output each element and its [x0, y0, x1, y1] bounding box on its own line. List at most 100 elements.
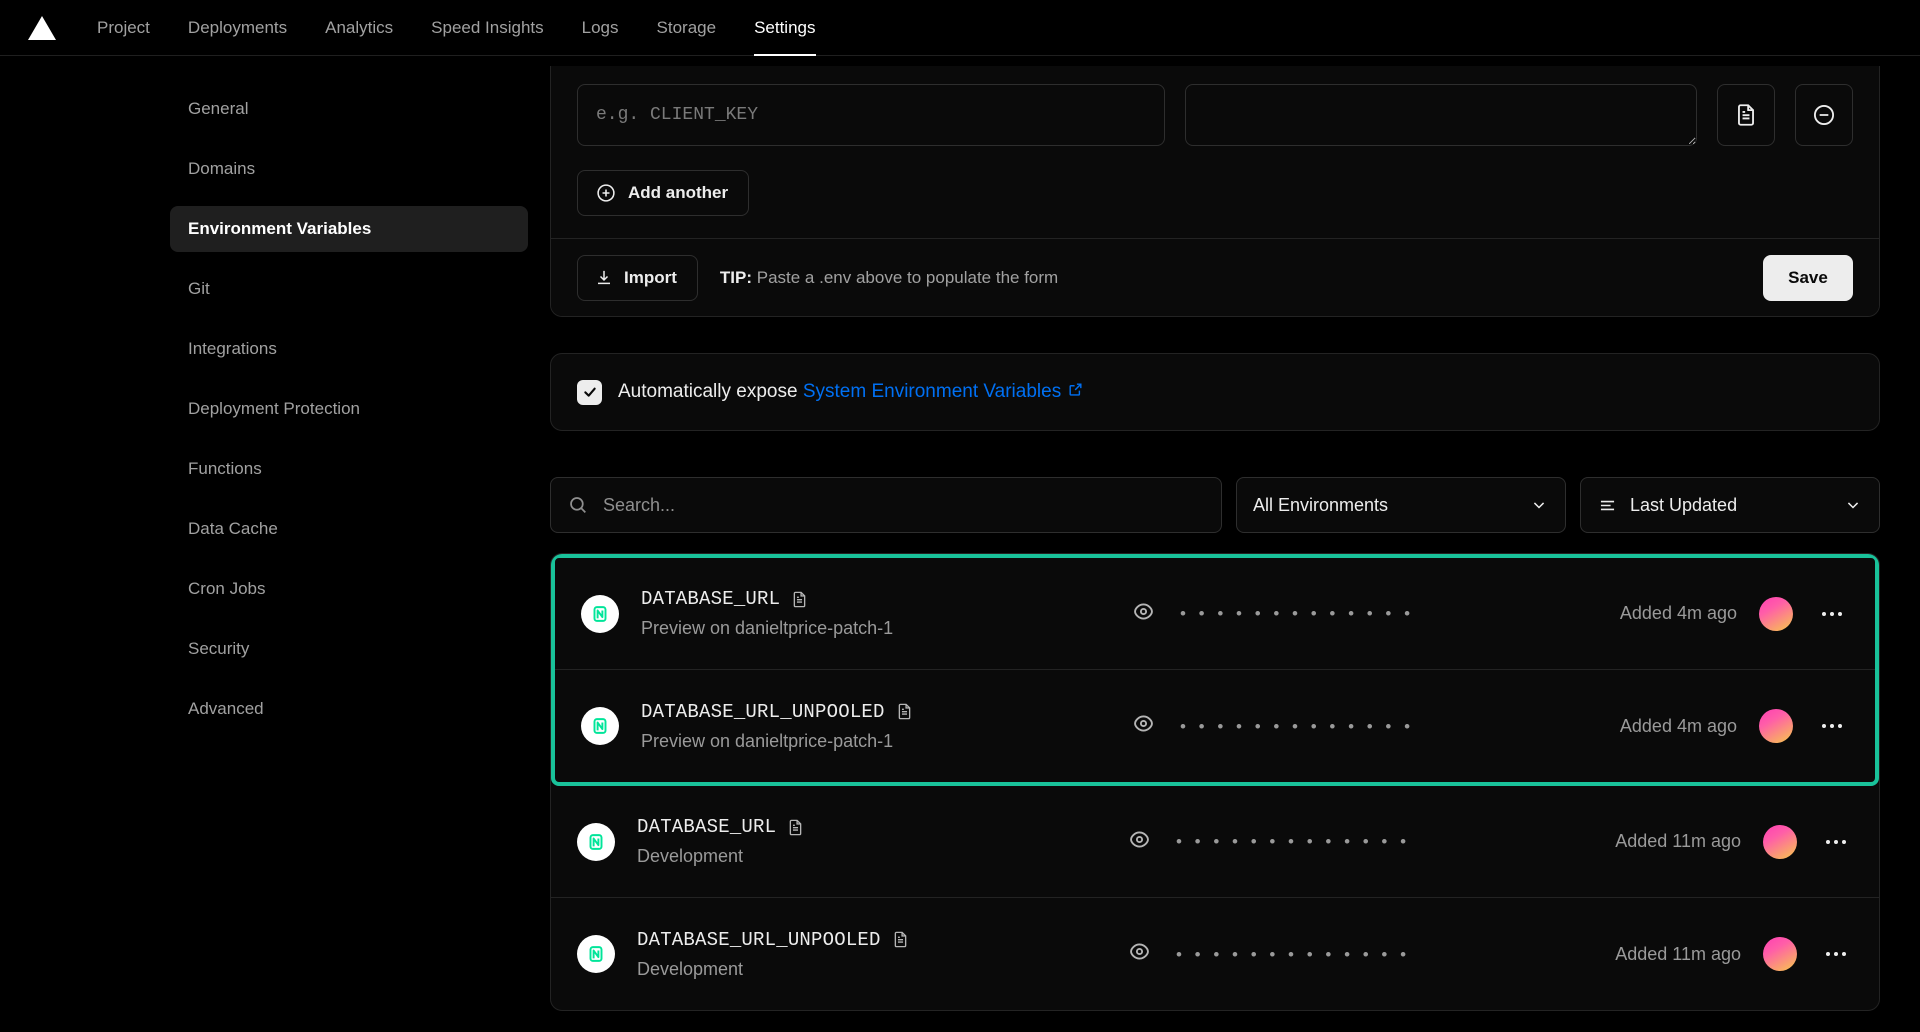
env-var-value: • • • • • • • • • • • • •	[1127, 939, 1615, 969]
sidebar-item-label: General	[188, 99, 248, 119]
nav-item-project[interactable]: Project	[78, 0, 169, 56]
reveal-value-eye-icon[interactable]	[1127, 939, 1152, 969]
sidebar-item-integrations[interactable]: Integrations	[170, 326, 528, 372]
nav-item-label: Analytics	[325, 18, 393, 38]
sidebar-item-label: Git	[188, 279, 210, 299]
chevron-down-icon	[1529, 495, 1549, 515]
env-var-document-button[interactable]	[1717, 84, 1775, 146]
env-var-name-line: DATABASE_URL_UNPOOLED	[641, 701, 1111, 723]
auto-expose-card: Automatically expose System Environment …	[550, 353, 1880, 431]
plus-circle-icon	[595, 182, 617, 204]
search-input[interactable]	[603, 495, 1205, 516]
nav-item-label: Logs	[582, 18, 619, 38]
sidebar-item-advanced[interactable]: Advanced	[170, 686, 528, 732]
tip-text: Paste a .env above to populate the form	[757, 268, 1058, 287]
neon-logo-icon	[577, 823, 615, 861]
more-horizontal-icon[interactable]	[1819, 937, 1853, 971]
environment-filter-select[interactable]: All Environments	[1236, 477, 1566, 533]
sidebar-item-label: Functions	[188, 459, 262, 479]
environment-filter-value: All Environments	[1253, 495, 1388, 516]
nav-item-deployments[interactable]: Deployments	[169, 0, 306, 56]
import-tip: TIP: Paste a .env above to populate the …	[720, 268, 1058, 288]
sidebar-item-domains[interactable]: Domains	[170, 146, 528, 192]
sort-select[interactable]: Last Updated	[1580, 477, 1880, 533]
add-another-button[interactable]: Add another	[577, 170, 749, 216]
sidebar-item-security[interactable]: Security	[170, 626, 528, 672]
env-var-list: DATABASE_URLPreview on danieltprice-patc…	[550, 553, 1880, 1011]
neon-logo-icon	[577, 935, 615, 973]
env-var-added-time: Added 4m ago	[1620, 603, 1737, 624]
env-var-field-row	[577, 84, 1853, 146]
sidebar-item-functions[interactable]: Functions	[170, 446, 528, 492]
import-button[interactable]: Import	[577, 255, 698, 301]
settings-sidebar: General Domains Environment Variables Git In…	[0, 56, 550, 1032]
sidebar-item-git[interactable]: Git	[170, 266, 528, 312]
env-var-scope: Development	[637, 959, 1107, 980]
reveal-value-eye-icon[interactable]	[1131, 599, 1156, 629]
sidebar-item-label: Integrations	[188, 339, 277, 359]
env-var-row-right: Added 4m ago	[1620, 709, 1849, 743]
save-button[interactable]: Save	[1763, 255, 1853, 301]
masked-value: • • • • • • • • • • • • •	[1176, 946, 1410, 963]
check-icon	[582, 384, 598, 400]
env-var-added-time: Added 11m ago	[1615, 831, 1741, 852]
more-horizontal-icon[interactable]	[1815, 709, 1849, 743]
env-var-meta: DATABASE_URL_UNPOOLEDPreview on danieltp…	[641, 701, 1111, 752]
env-var-name: DATABASE_URL_UNPOOLED	[641, 701, 885, 723]
env-var-value: • • • • • • • • • • • • •	[1131, 599, 1620, 629]
sidebar-item-label: Security	[188, 639, 249, 659]
table-row[interactable]: DATABASE_URLDevelopment • • • • • • • • •…	[551, 786, 1879, 898]
sort-lines-icon	[1597, 495, 1618, 516]
add-another-label: Add another	[628, 183, 728, 203]
nav-item-speed-insights[interactable]: Speed Insights	[412, 0, 562, 56]
table-row[interactable]: DATABASE_URL_UNPOOLEDPreview on danieltp…	[555, 670, 1875, 782]
reveal-value-eye-icon[interactable]	[1131, 711, 1156, 741]
env-var-meta: DATABASE_URL_UNPOOLEDDevelopment	[637, 929, 1107, 980]
avatar[interactable]	[1763, 937, 1797, 971]
env-var-scope: Development	[637, 846, 1107, 867]
more-horizontal-icon[interactable]	[1819, 825, 1853, 859]
env-var-value: • • • • • • • • • • • • •	[1131, 711, 1620, 741]
system-env-vars-link[interactable]: System Environment Variables	[803, 381, 1084, 402]
auto-expose-label-wrap: Automatically expose System Environment …	[618, 381, 1084, 403]
env-var-name-line: DATABASE_URL	[641, 588, 1111, 610]
more-horizontal-icon[interactable]	[1815, 597, 1849, 631]
vercel-triangle-logo-icon[interactable]	[28, 16, 56, 40]
search-field[interactable]	[550, 477, 1222, 533]
masked-value: • • • • • • • • • • • • •	[1180, 605, 1414, 622]
sidebar-item-label: Deployment Protection	[188, 399, 360, 419]
env-key-input[interactable]	[577, 84, 1165, 146]
sidebar-item-cron-jobs[interactable]: Cron Jobs	[170, 566, 528, 612]
avatar[interactable]	[1759, 597, 1793, 631]
nav-item-label: Storage	[657, 18, 717, 38]
env-var-meta: DATABASE_URLDevelopment	[637, 816, 1107, 867]
neon-logo-icon	[581, 707, 619, 745]
avatar[interactable]	[1759, 709, 1793, 743]
download-icon	[594, 268, 614, 288]
reveal-value-eye-icon[interactable]	[1127, 827, 1152, 857]
env-value-textarea[interactable]	[1185, 84, 1697, 146]
sidebar-item-data-cache[interactable]: Data Cache	[170, 506, 528, 552]
avatar[interactable]	[1763, 825, 1797, 859]
settings-content: Add another Import TIP: Paste a .env abo…	[550, 56, 1920, 1032]
highlighted-env-var-group: DATABASE_URLPreview on danieltprice-patc…	[551, 554, 1879, 786]
tip-prefix: TIP:	[720, 268, 752, 287]
nav-item-storage[interactable]: Storage	[638, 0, 736, 56]
sidebar-item-environment-variables[interactable]: Environment Variables	[170, 206, 528, 252]
nav-item-label: Project	[97, 18, 150, 38]
env-var-remove-button[interactable]	[1795, 84, 1853, 146]
table-row[interactable]: DATABASE_URL_UNPOOLEDDevelopment • • • • …	[551, 898, 1879, 1010]
env-var-name: DATABASE_URL	[641, 588, 780, 610]
masked-value: • • • • • • • • • • • • •	[1176, 833, 1410, 850]
nav-item-logs[interactable]: Logs	[563, 0, 638, 56]
sidebar-item-general[interactable]: General	[170, 86, 528, 132]
document-icon	[790, 590, 809, 609]
nav-item-analytics[interactable]: Analytics	[306, 0, 412, 56]
nav-item-settings[interactable]: Settings	[735, 0, 834, 56]
table-row[interactable]: DATABASE_URLPreview on danieltprice-patc…	[555, 558, 1875, 670]
auto-expose-checkbox[interactable]	[577, 380, 602, 405]
document-icon	[786, 818, 805, 837]
env-var-row-right: Added 4m ago	[1620, 597, 1849, 631]
sidebar-item-deployment-protection[interactable]: Deployment Protection	[170, 386, 528, 432]
env-var-row-right: Added 11m ago	[1615, 937, 1853, 971]
